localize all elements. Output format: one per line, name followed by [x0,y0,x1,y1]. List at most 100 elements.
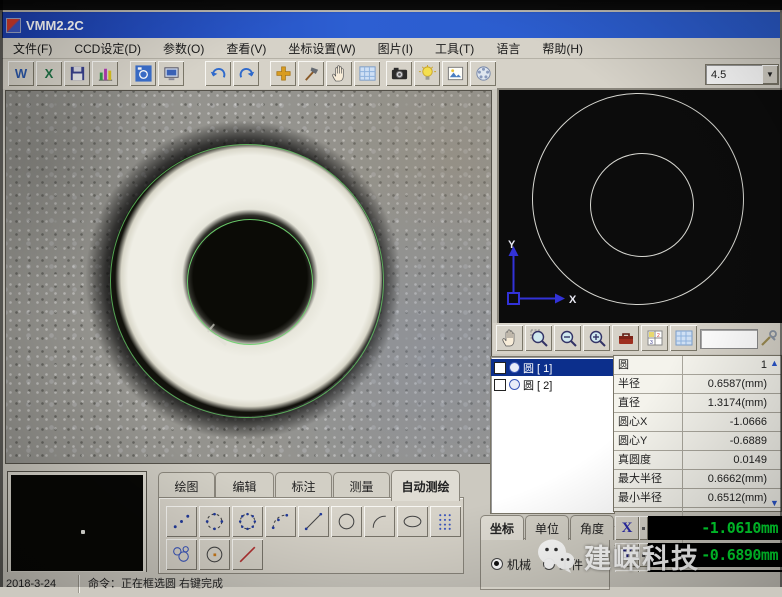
stage-preview-window[interactable] [8,472,146,574]
tab-draw[interactable]: 绘图 [158,472,215,499]
stage-position-dot [81,530,85,534]
radio-dot[interactable] [491,558,503,570]
radio-machine[interactable]: 机械 [491,556,531,573]
magnification-dropdown[interactable]: 4.5 ▼ [705,64,779,85]
tab-measure[interactable]: 测量 [333,472,390,499]
menu-item-language[interactable]: 语言 [485,38,531,59]
save-button[interactable] [64,61,90,86]
row-value: 0.6512(mm) [683,489,781,507]
row-label: 半径 [614,375,683,393]
zoom-window-button[interactable] [525,325,552,351]
ellipse-tool-button[interactable] [397,506,428,537]
toolbox-button[interactable] [612,325,639,351]
menu-item-help[interactable]: 帮助(H) [531,38,594,59]
auto-measure-tool-panel [158,497,464,574]
camera-button[interactable] [386,61,412,86]
capture-button[interactable] [130,61,156,86]
arc-tool-button[interactable] [364,506,395,537]
circle-tool-button[interactable] [331,506,362,537]
line-tool-button[interactable] [298,506,329,537]
scroll-down-icon[interactable]: ▼ [769,498,780,509]
tools-button[interactable] [757,326,781,350]
multi-circle-tool-button[interactable] [166,539,197,570]
undo-button[interactable] [205,61,231,86]
display-settings-button[interactable] [158,61,184,86]
list-item-label: 圆 [ 2] [523,377,552,393]
desktop: VMM2.2C 文件(F) CCD设定(D) 参数(O) 查看(V) 坐标设置(… [0,10,782,587]
light-button[interactable] [414,61,440,86]
zoom-out-button[interactable] [554,325,581,351]
menu-item-tools[interactable]: 工具(T) [424,38,485,59]
image-button[interactable] [442,61,468,86]
checkbox[interactable] [494,362,506,374]
checkbox[interactable] [494,379,506,391]
menu-item-ccd-setup[interactable]: CCD设定(D) [63,38,152,59]
wechat-logo-icon [536,537,576,575]
scroll-up-icon[interactable]: ▲ [769,358,780,369]
grid-icon [358,64,377,83]
table-row: 圆心Y -0.6889 [614,432,781,451]
probe-hammer-icon [302,64,321,83]
row-label: 最小半径 [614,489,683,507]
point-matrix-icon [434,510,457,533]
axis-indicator: Y X [505,238,583,310]
menu-item-view[interactable]: 查看(V) [215,38,277,59]
status-date: 2018-3-24 [6,576,56,592]
tab-auto-measure[interactable]: 自动测绘 [391,470,460,501]
crosshair-plus-button[interactable] [270,61,296,86]
report-chart-button[interactable] [92,61,118,86]
cad-inner-circle [590,153,694,257]
circle-by-points-icon [203,510,226,533]
tab-coordinate[interactable]: 坐标 [480,515,524,540]
grid-view-button[interactable] [670,325,697,351]
pan-view-button[interactable] [496,325,523,351]
row-label: 圆心Y [614,432,683,450]
menu-item-parameters[interactable]: 参数(O) [152,38,215,59]
probe-button[interactable] [298,61,324,86]
pan-button[interactable] [326,61,352,86]
film-reel-button[interactable] [470,61,496,86]
points-tool-button[interactable] [166,506,197,537]
app-icon [6,18,21,33]
toolbox-icon [616,328,636,348]
circle-center-tool-button[interactable] [199,539,230,570]
table-row: 最小半径 0.6512(mm) [614,489,781,508]
list-item-circle-1[interactable]: 圆 [ 1] [491,359,614,376]
circle-by-many-points-tool-button[interactable] [232,506,263,537]
svg-text:3: 3 [650,340,653,346]
zoom-fit-button[interactable] [583,325,610,351]
export-word-button[interactable]: W [8,61,34,86]
film-reel-icon [474,64,493,83]
feature-index-value: 1 [683,356,781,374]
light-bulb-icon [418,64,437,83]
camera-live-view[interactable] [5,90,492,464]
slope-line-icon [236,543,259,566]
list-item-circle-2[interactable]: 圆 [ 2] [491,376,614,393]
watermark-text: 建嵘科技 [584,537,700,576]
axis-y-label: Y [508,239,516,251]
window-titlebar[interactable]: VMM2.2C [2,12,780,38]
arc-by-points-icon [269,510,292,533]
menu-item-coordinate-setup[interactable]: 坐标设置(W) [277,38,366,59]
report-table-button[interactable]: 23 [641,325,668,351]
redo-button[interactable] [233,61,259,86]
grid-button[interactable] [354,61,380,86]
measurement-results-table[interactable]: 圆 1 半径 0.6587(mm) 直径 1.3174(mm) 圆心X -1.0… [613,355,782,512]
table-header-row: 圆 1 [614,356,781,375]
point-matrix-tool-button[interactable] [430,506,461,537]
export-excel-button[interactable]: X [36,61,62,86]
circle-by-points-tool-button[interactable] [199,506,230,537]
table-row: 最大半径 0.6662(mm) [614,470,781,489]
arc-by-points-tool-button[interactable] [265,506,296,537]
cad-graphics-view[interactable]: Y X [497,88,782,326]
chevron-down-icon[interactable]: ▼ [762,65,778,84]
line-two-points-icon [302,510,325,533]
menu-item-image[interactable]: 图片(I) [367,38,424,59]
tab-edit[interactable]: 编辑 [215,472,274,499]
feature-list[interactable]: 圆 [ 1] 圆 [ 2] [490,356,615,514]
menu-item-file[interactable]: 文件(F) [2,38,63,59]
tab-annotate[interactable]: 标注 [275,472,332,499]
slope-line-tool-button[interactable] [232,539,263,570]
view-toolbar-input[interactable] [700,329,758,349]
zoom-out-icon [558,328,578,348]
